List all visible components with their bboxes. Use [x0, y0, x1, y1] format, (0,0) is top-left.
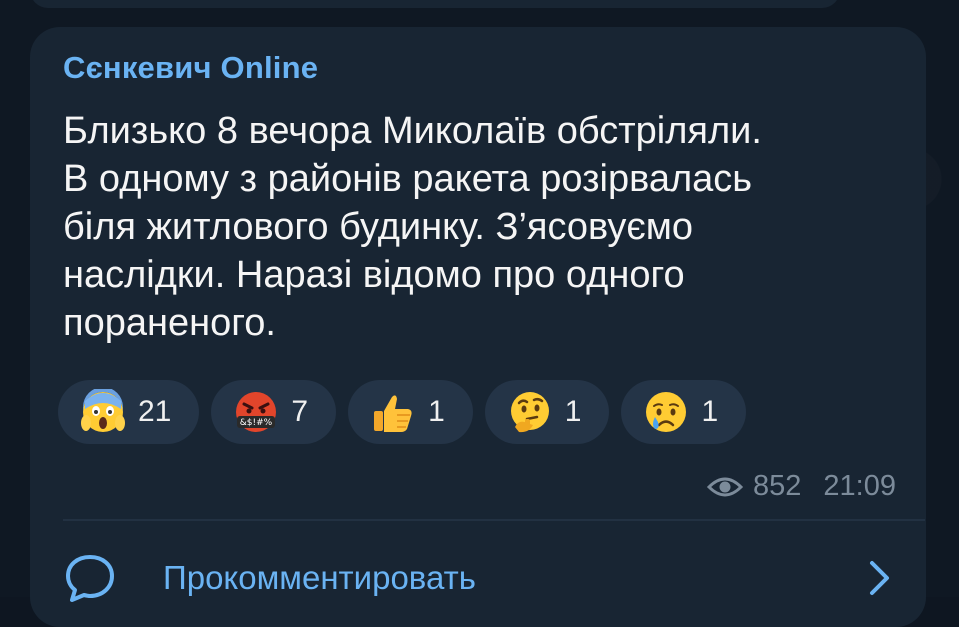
message-text: Близько 8 вечора Миколаїв обстріляли. В … — [63, 110, 762, 344]
comment-label: Прокомментировать — [163, 559, 476, 596]
thinking-face-icon — [507, 389, 553, 435]
crying-face-icon — [643, 389, 689, 435]
thumbs-up-icon — [370, 389, 416, 435]
reaction-thinking[interactable]: 1 — [484, 380, 610, 444]
comments-divider — [63, 519, 925, 521]
eye-icon — [707, 477, 744, 496]
reaction-count: 7 — [291, 395, 309, 428]
face-with-symbols-on-mouth-icon: &$!#% — [233, 389, 279, 435]
reaction-count: 1 — [564, 395, 582, 428]
reaction-count: 1 — [428, 395, 445, 428]
sender-name[interactable]: Сєнкевич Online — [63, 50, 318, 86]
comment-button[interactable]: Прокомментировать — [63, 548, 903, 608]
reaction-count: 1 — [701, 395, 719, 428]
face-screaming-in-fear-icon — [80, 389, 126, 435]
reactions-bar: 21 &$!#% 7 1 1 1 — [58, 380, 747, 444]
message-time: 21:09 — [823, 470, 896, 502]
message-meta: 852 21:09 — [707, 470, 896, 503]
svg-text:&$!#%: &$!#% — [240, 418, 273, 428]
reaction-crying[interactable]: 1 — [621, 380, 747, 444]
reaction-thumbs-up[interactable]: 1 — [348, 380, 473, 444]
reaction-swearing[interactable]: &$!#% 7 — [211, 380, 337, 444]
view-count: 852 — [753, 470, 802, 502]
reaction-scream[interactable]: 21 — [58, 380, 200, 444]
previous-message-bubble[interactable] — [30, 0, 840, 8]
chevron-right-icon — [870, 561, 889, 595]
reaction-count: 21 — [138, 395, 172, 428]
